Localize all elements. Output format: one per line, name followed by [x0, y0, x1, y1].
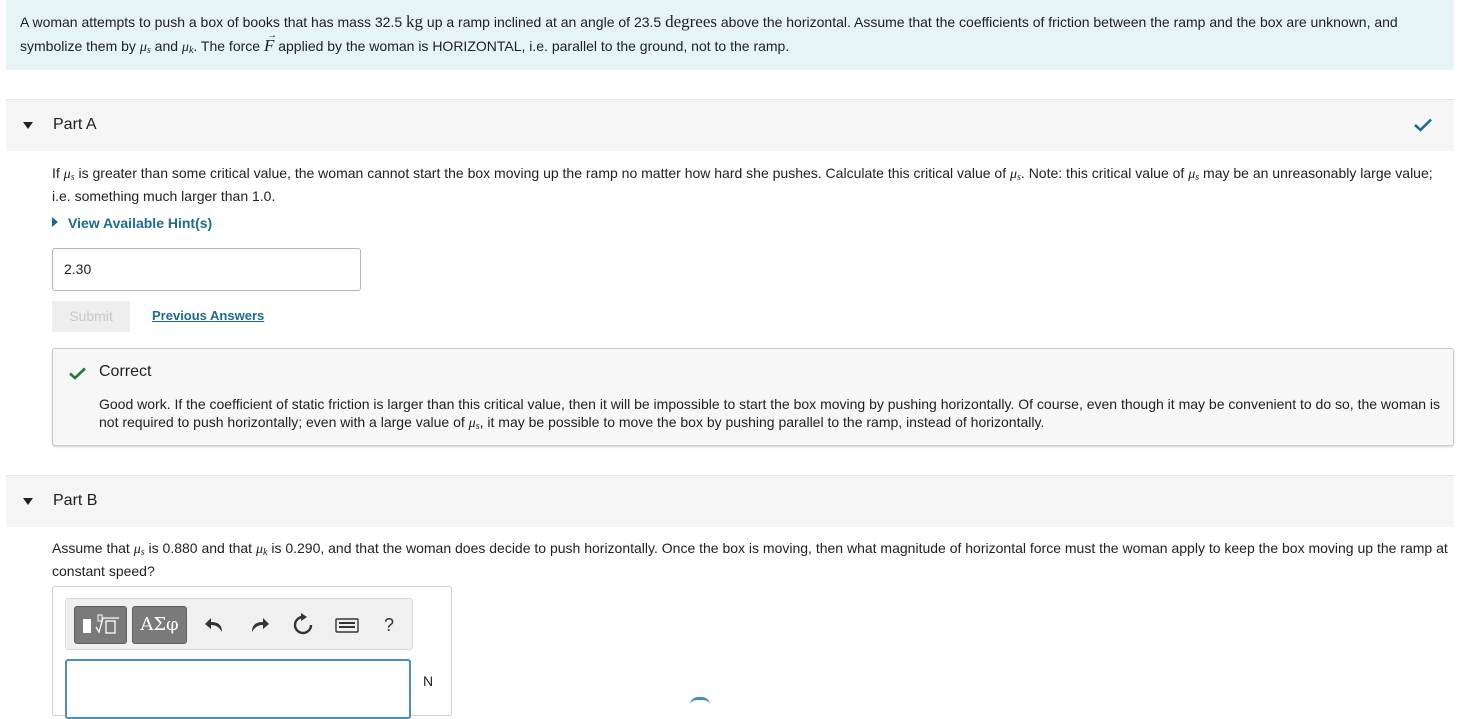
view-hints-label: View Available Hint(s): [68, 215, 213, 231]
expand-triangle-icon: [52, 217, 58, 227]
previous-answers-link[interactable]: Previous Answers: [152, 308, 264, 323]
mass-unit: kg: [406, 12, 424, 31]
feedback-title: Correct: [99, 363, 152, 380]
submit-button[interactable]: Submit: [52, 301, 130, 332]
correct-check-icon: [69, 367, 86, 380]
collapse-caret-icon[interactable]: [23, 122, 33, 129]
part-a-header[interactable]: Part A: [6, 99, 1454, 151]
redo-icon[interactable]: [246, 612, 272, 638]
part-b-question: Assume that μs is 0.880 and that μk is 0…: [52, 540, 1448, 579]
problem-intro: A woman attempts to push a box of books …: [6, 0, 1454, 70]
keyboard-icon[interactable]: [334, 612, 360, 638]
reset-icon[interactable]: [290, 612, 316, 638]
intro-text: . The force: [193, 38, 264, 54]
part-a-answer-input[interactable]: 2.30: [52, 248, 361, 291]
part-a-title: Part A: [53, 116, 97, 133]
templates-button[interactable]: [74, 606, 127, 644]
intro-text: A woman attempts to push a box of books …: [20, 14, 375, 30]
loading-indicator: [690, 697, 710, 705]
check-icon: [1414, 118, 1432, 132]
part-b-title: Part B: [53, 492, 98, 509]
mu-s-symbol: μs: [63, 167, 75, 183]
math-answer-input[interactable]: [65, 659, 411, 719]
view-hints-link[interactable]: View Available Hint(s): [52, 215, 212, 231]
angle-value: 23.5: [633, 14, 662, 30]
undo-icon[interactable]: [202, 612, 228, 638]
mu-s-symbol: μs: [468, 416, 480, 432]
templates-icon: [83, 614, 119, 634]
part-a-question: If μs is greater than some critical valu…: [52, 165, 1433, 204]
intro-text: and: [150, 38, 182, 54]
mu-k-symbol: μk: [181, 40, 194, 56]
intro-text: up a ramp inclined at an angle of: [423, 14, 634, 30]
answer-value: 2.30: [64, 261, 92, 277]
math-answer-editor: ΑΣφ ? N: [52, 586, 452, 719]
feedback-panel: Correct Good work. If the coefficient of…: [52, 348, 1454, 446]
intro-text: applied by the woman is HORIZONTAL, i.e.…: [274, 38, 790, 54]
angle-unit: degrees: [665, 12, 717, 31]
force-vector-symbol: F: [264, 24, 278, 58]
part-b-header[interactable]: Part B: [6, 475, 1454, 527]
collapse-caret-icon[interactable]: [23, 498, 33, 505]
mu-s-symbol: μs: [1188, 167, 1200, 183]
mu-s-symbol: μs: [1009, 167, 1021, 183]
mu-k-symbol: μk: [255, 542, 268, 558]
math-toolbar: ΑΣφ ?: [65, 598, 413, 650]
mass-value: 32.5: [374, 14, 403, 30]
greek-symbols-button[interactable]: ΑΣφ: [132, 606, 187, 644]
unit-label: N: [423, 673, 434, 689]
help-icon[interactable]: ?: [376, 612, 402, 638]
mu-s-symbol: μs: [139, 40, 151, 56]
mu-s-symbol: μs: [133, 542, 145, 558]
feedback-text: Good work. If the coefficient of static …: [99, 396, 1441, 432]
